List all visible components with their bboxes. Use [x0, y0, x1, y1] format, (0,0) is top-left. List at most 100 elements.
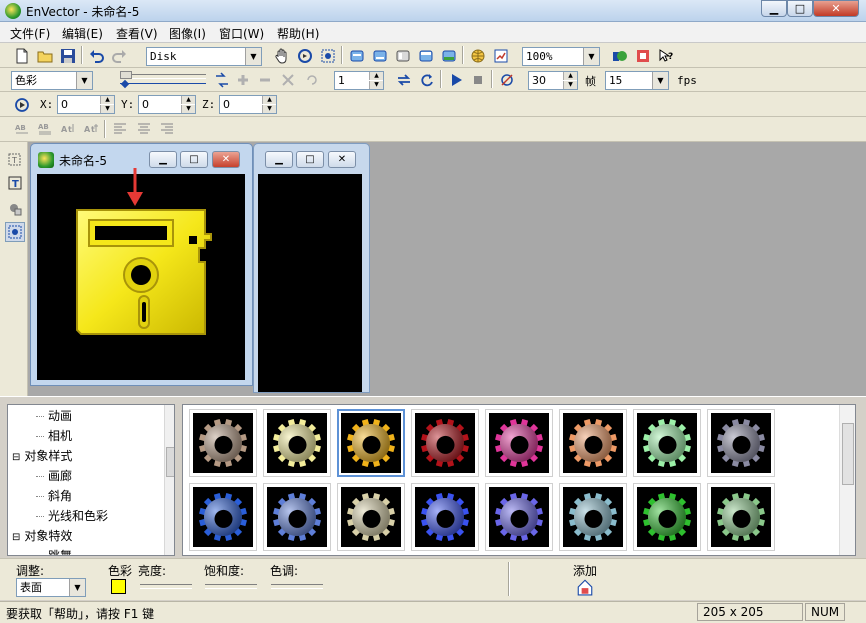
style-thumbnail[interactable] — [189, 483, 257, 551]
doc-close-button[interactable]: ✕ — [212, 151, 240, 168]
style-thumbnail[interactable] — [411, 483, 479, 551]
saturation-slider[interactable] — [205, 584, 257, 589]
align-center-button[interactable] — [134, 119, 154, 139]
tree-item[interactable]: 画廊 — [36, 467, 72, 484]
style-thumbnail[interactable] — [707, 483, 775, 551]
save-button[interactable] — [58, 46, 78, 66]
style-thumbnail[interactable] — [485, 483, 553, 551]
back-doc-close-button[interactable]: ✕ — [328, 151, 356, 168]
y-input[interactable]: 0 ▲ ▼ — [138, 95, 196, 114]
back-doc-maximize-button[interactable]: □ — [296, 151, 324, 168]
text-frame-tool-button[interactable]: T — [5, 150, 25, 170]
context-help-button[interactable]: ? — [656, 46, 676, 66]
style-thumbnail[interactable] — [485, 409, 553, 477]
gallery-scrollbar[interactable] — [839, 405, 855, 555]
open-file-button[interactable] — [35, 46, 55, 66]
tree-scrollbar[interactable] — [164, 405, 174, 555]
spin-up-icon[interactable]: ▲ — [262, 96, 276, 104]
object-select-tool-button[interactable] — [5, 222, 25, 242]
effects-tree[interactable]: 动画 相机 ⊟ 对象样式 画廊 斜角 光线和色彩 ⊟ 对象特效 跳舞 — [7, 404, 175, 556]
shape-tool-button[interactable] — [5, 199, 25, 219]
view-back-button[interactable] — [370, 46, 390, 66]
shape-select[interactable]: Disk ▼ — [146, 47, 262, 66]
frame-number-input[interactable]: 1 ▲ ▼ — [334, 71, 384, 90]
minimize-button[interactable]: ▁ — [761, 0, 787, 17]
style-thumbnail[interactable] — [411, 409, 479, 477]
undo-button[interactable] — [87, 46, 107, 66]
add-keyframe-button[interactable] — [233, 70, 253, 90]
style-thumbnail[interactable] — [189, 409, 257, 477]
properties-button[interactable] — [491, 46, 511, 66]
stop-button[interactable] — [468, 70, 488, 90]
style-thumbnail[interactable] — [337, 483, 405, 551]
style-gallery[interactable] — [182, 404, 856, 556]
tree-item[interactable]: ⊟ 对象特效 — [12, 527, 72, 544]
select-tool-button[interactable] — [318, 46, 338, 66]
menu-window[interactable]: 窗口(W) — [219, 25, 264, 42]
play-button[interactable] — [446, 70, 466, 90]
hue-slider[interactable] — [271, 584, 323, 589]
render-button[interactable] — [610, 46, 630, 66]
tree-item[interactable]: 动画 — [36, 407, 72, 424]
style-thumbnail[interactable] — [559, 483, 627, 551]
view-left-button[interactable] — [393, 46, 413, 66]
menu-help[interactable]: 帮助(H) — [277, 25, 319, 42]
pan-tool-button[interactable] — [272, 46, 292, 66]
view-bottom-button[interactable] — [439, 46, 459, 66]
adjust-select[interactable]: 表面 ▼ — [16, 578, 86, 597]
add-to-gallery-button[interactable] — [576, 578, 594, 596]
close-button[interactable]: ✕ — [813, 0, 859, 17]
spin-up-icon[interactable]: ▲ — [369, 72, 383, 80]
tree-item[interactable]: 相机 — [36, 427, 72, 444]
redo-button[interactable] — [109, 46, 129, 66]
tree-item[interactable]: ⊟ 对象样式 — [12, 447, 72, 464]
text-spacing-down-button[interactable]: At — [81, 119, 101, 139]
menu-file[interactable]: 文件(F) — [10, 25, 50, 42]
spin-down-icon[interactable]: ▼ — [563, 81, 577, 89]
panel-splitter[interactable] — [0, 396, 866, 404]
style-thumbnail[interactable] — [633, 409, 701, 477]
spin-down-icon[interactable]: ▼ — [369, 81, 383, 89]
style-thumbnail[interactable] — [263, 409, 331, 477]
slider-thumb[interactable] — [120, 71, 132, 79]
timeline-slider[interactable] — [104, 70, 208, 90]
loop-keyframe-button[interactable] — [302, 70, 322, 90]
z-input[interactable]: 0 ▲ ▼ — [219, 95, 277, 114]
text-style-2-button[interactable]: AB — [35, 119, 55, 139]
delete-keyframe-button[interactable] — [278, 70, 298, 90]
keyframe-end-button[interactable] — [212, 70, 232, 90]
tree-scroll-thumb[interactable] — [166, 447, 174, 477]
style-thumbnail[interactable] — [707, 409, 775, 477]
text-style-1-button[interactable]: AB — [12, 119, 32, 139]
spin-up-icon[interactable]: ▲ — [563, 72, 577, 80]
export-button[interactable] — [633, 46, 653, 66]
color-mode-select[interactable]: 色彩 ▼ — [11, 71, 93, 90]
repeat-button[interactable] — [417, 70, 437, 90]
zoom-select[interactable]: 100% ▼ — [522, 47, 600, 66]
style-thumbnail[interactable] — [263, 483, 331, 551]
menu-image[interactable]: 图像(I) — [169, 25, 206, 42]
align-right-button[interactable] — [157, 119, 177, 139]
style-thumbnail[interactable] — [559, 409, 627, 477]
view-top-button[interactable] — [416, 46, 436, 66]
menu-view[interactable]: 查看(V) — [116, 25, 158, 42]
text-spacing-up-button[interactable]: At — [58, 119, 78, 139]
web-button[interactable] — [468, 46, 488, 66]
maximize-button[interactable]: □ — [787, 0, 813, 17]
speed-button[interactable] — [497, 70, 517, 90]
fps-select[interactable]: 15 ▼ — [605, 71, 669, 90]
spin-down-icon[interactable]: ▼ — [181, 105, 195, 113]
view-front-button[interactable] — [347, 46, 367, 66]
style-thumbnail[interactable] — [633, 483, 701, 551]
tree-item[interactable]: 斜角 — [36, 487, 72, 504]
tree-expander-icon[interactable]: ⊟ — [12, 532, 20, 543]
new-file-button[interactable] — [12, 46, 32, 66]
spin-down-icon[interactable]: ▼ — [100, 105, 114, 113]
x-input[interactable]: 0 ▲ ▼ — [57, 95, 115, 114]
menu-edit[interactable]: 编辑(E) — [62, 25, 103, 42]
brightness-slider[interactable] — [140, 584, 192, 589]
doc-minimize-button[interactable]: ▁ — [149, 151, 177, 168]
doc-maximize-button[interactable]: □ — [180, 151, 208, 168]
back-doc-minimize-button[interactable]: ▁ — [265, 151, 293, 168]
rotate-tool-button[interactable] — [295, 46, 315, 66]
